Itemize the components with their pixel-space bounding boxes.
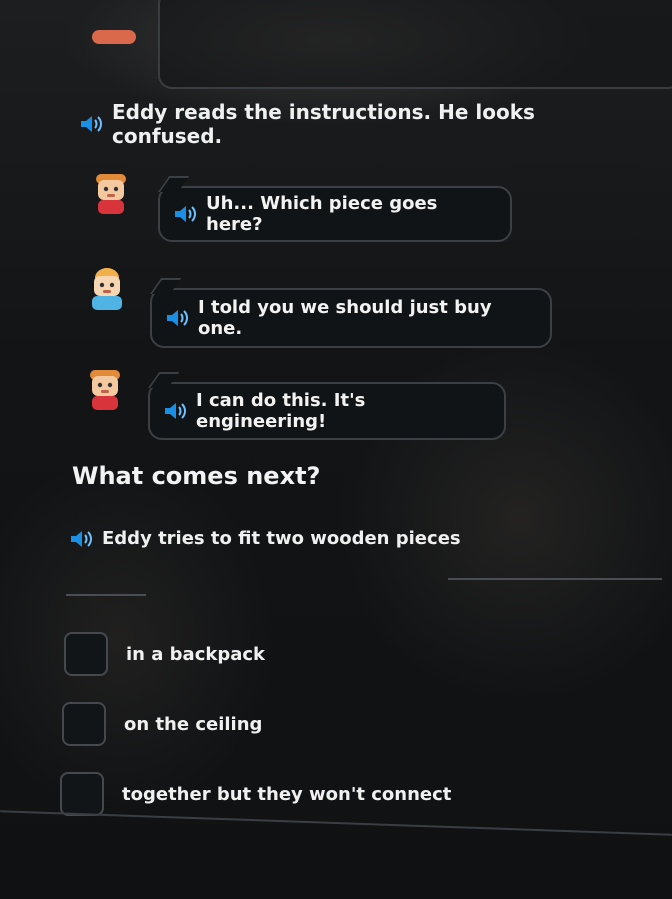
option-label: together but they won't connect (122, 783, 452, 805)
answer-option-2[interactable]: on the ceiling (62, 702, 262, 746)
dialogue-text: I can do this. It's engineering! (196, 390, 366, 432)
eddy-avatar (82, 366, 128, 412)
option-checkbox[interactable] (60, 772, 104, 816)
previous-card (158, 0, 672, 89)
option-checkbox[interactable] (64, 632, 108, 676)
prompt-text: Eddy tries to fit two wooden pieces (102, 528, 461, 549)
narration-text: Eddy reads the instructions. He looks co… (112, 100, 535, 148)
speaker-icon[interactable] (174, 204, 196, 224)
top-decoration (92, 30, 136, 44)
sentence-prompt: Eddy tries to fit two wooden pieces (70, 528, 461, 549)
question-title: What comes next? (72, 462, 321, 490)
option-label: in a backpack (126, 643, 266, 665)
answer-blank-line (448, 578, 662, 580)
friend-avatar (84, 266, 130, 312)
narration-line: Eddy reads the instructions. He looks co… (80, 100, 640, 148)
speaker-icon[interactable] (70, 529, 92, 549)
answer-option-1[interactable]: in a backpack (64, 632, 265, 676)
dialogue-bubble-2: I told you we should just buy one. (150, 278, 552, 348)
option-label: on the ceiling (124, 713, 263, 735)
dialogue-text: Uh... Which piece goes here? (206, 193, 438, 235)
speaker-icon[interactable] (166, 308, 188, 328)
dialogue-bubble-1: Uh... Which piece goes here? (158, 176, 512, 242)
answer-option-3[interactable]: together but they won't connect (60, 772, 451, 816)
option-checkbox[interactable] (62, 702, 106, 746)
dialogue-bubble-3: I can do this. It's engineering! (148, 372, 506, 440)
answer-blank-line (66, 594, 146, 596)
dialogue-text: I told you we should just buy one. (198, 297, 492, 339)
speaker-icon[interactable] (80, 114, 102, 134)
eddy-avatar (88, 170, 134, 216)
speaker-icon[interactable] (164, 401, 186, 421)
